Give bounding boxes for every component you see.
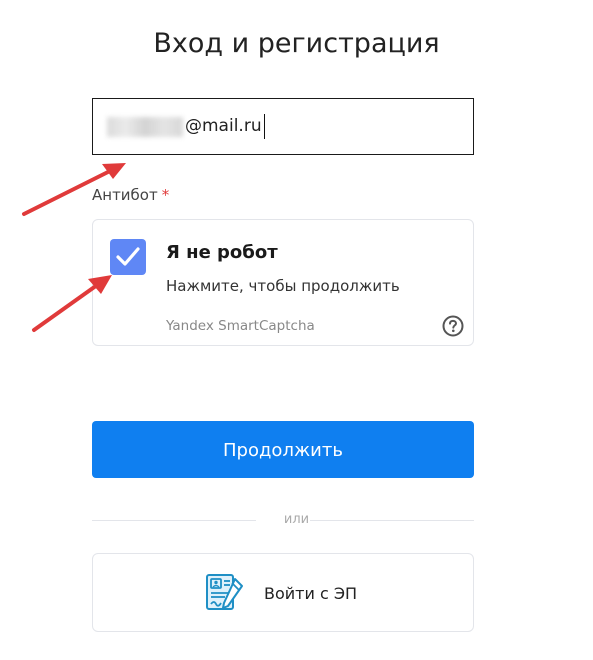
email-input[interactable]: @mail.ru <box>92 98 474 155</box>
email-input-value: @mail.ru <box>185 116 262 136</box>
login-with-ep-label: Войти с ЭП <box>264 584 358 603</box>
checkmark-icon <box>116 247 140 266</box>
required-mark: * <box>161 186 170 204</box>
question-circle-icon[interactable] <box>442 315 464 337</box>
antibot-label-text: Антибот <box>92 186 158 204</box>
page-title: Вход и регистрация <box>153 28 440 59</box>
blurred-email-username <box>107 117 183 137</box>
smartcaptcha-widget[interactable]: Я не робот Нажмите, чтобы продолжить Yan… <box>92 219 474 346</box>
continue-button[interactable]: Продолжить <box>92 421 474 478</box>
captcha-checkbox[interactable] <box>110 239 146 275</box>
login-panel: Вход и регистрация @mail.ru Антибот * Я н… <box>0 0 593 660</box>
captcha-brand: Yandex SmartCaptcha <box>166 318 315 334</box>
captcha-subtitle: Нажмите, чтобы продолжить <box>166 277 400 295</box>
antibot-label: Антибот * <box>92 186 169 204</box>
divider-or-text: или <box>283 512 310 527</box>
captcha-title: Я не робот <box>166 242 278 263</box>
text-caret <box>264 114 265 139</box>
login-with-ep-button[interactable]: Войти с ЭП <box>92 553 474 632</box>
digital-signature-icon <box>206 574 243 610</box>
